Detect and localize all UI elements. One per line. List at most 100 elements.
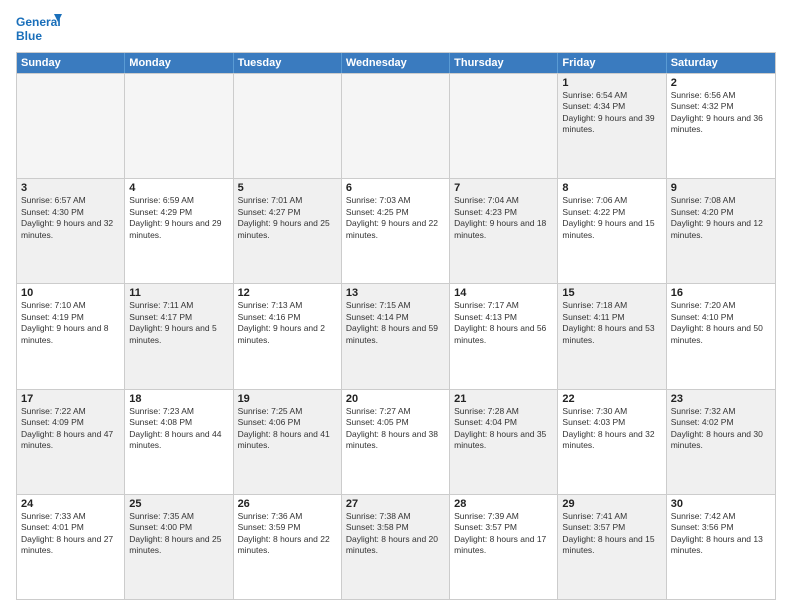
day-number: 13 xyxy=(346,287,445,299)
day-info: Sunrise: 7:06 AM Sunset: 4:22 PM Dayligh… xyxy=(562,195,661,241)
day-info: Sunrise: 7:25 AM Sunset: 4:06 PM Dayligh… xyxy=(238,406,337,452)
day-number: 25 xyxy=(129,498,228,510)
day-number: 1 xyxy=(562,77,661,89)
cal-cell: 26Sunrise: 7:36 AM Sunset: 3:59 PM Dayli… xyxy=(234,495,342,599)
cal-cell: 2Sunrise: 6:56 AM Sunset: 4:32 PM Daylig… xyxy=(667,74,775,178)
day-info: Sunrise: 7:08 AM Sunset: 4:20 PM Dayligh… xyxy=(671,195,771,241)
logo: General Blue xyxy=(16,12,66,46)
day-info: Sunrise: 7:10 AM Sunset: 4:19 PM Dayligh… xyxy=(21,300,120,346)
day-number: 24 xyxy=(21,498,120,510)
day-info: Sunrise: 7:41 AM Sunset: 3:57 PM Dayligh… xyxy=(562,511,661,557)
day-number: 15 xyxy=(562,287,661,299)
cal-cell: 19Sunrise: 7:25 AM Sunset: 4:06 PM Dayli… xyxy=(234,390,342,494)
header-day-thursday: Thursday xyxy=(450,53,558,73)
day-info: Sunrise: 7:22 AM Sunset: 4:09 PM Dayligh… xyxy=(21,406,120,452)
cal-cell: 15Sunrise: 7:18 AM Sunset: 4:11 PM Dayli… xyxy=(558,284,666,388)
calendar-row-1: 3Sunrise: 6:57 AM Sunset: 4:30 PM Daylig… xyxy=(17,178,775,283)
cal-cell: 9Sunrise: 7:08 AM Sunset: 4:20 PM Daylig… xyxy=(667,179,775,283)
header-day-wednesday: Wednesday xyxy=(342,53,450,73)
cal-cell: 21Sunrise: 7:28 AM Sunset: 4:04 PM Dayli… xyxy=(450,390,558,494)
cal-cell: 3Sunrise: 6:57 AM Sunset: 4:30 PM Daylig… xyxy=(17,179,125,283)
day-number: 9 xyxy=(671,182,771,194)
day-number: 4 xyxy=(129,182,228,194)
calendar-row-4: 24Sunrise: 7:33 AM Sunset: 4:01 PM Dayli… xyxy=(17,494,775,599)
header-day-friday: Friday xyxy=(558,53,666,73)
cal-cell: 12Sunrise: 7:13 AM Sunset: 4:16 PM Dayli… xyxy=(234,284,342,388)
day-number: 30 xyxy=(671,498,771,510)
day-number: 14 xyxy=(454,287,553,299)
day-info: Sunrise: 7:39 AM Sunset: 3:57 PM Dayligh… xyxy=(454,511,553,557)
day-number: 6 xyxy=(346,182,445,194)
day-info: Sunrise: 7:30 AM Sunset: 4:03 PM Dayligh… xyxy=(562,406,661,452)
cal-cell xyxy=(234,74,342,178)
day-number: 7 xyxy=(454,182,553,194)
cal-cell: 20Sunrise: 7:27 AM Sunset: 4:05 PM Dayli… xyxy=(342,390,450,494)
header-day-sunday: Sunday xyxy=(17,53,125,73)
svg-text:Blue: Blue xyxy=(16,29,42,43)
day-number: 23 xyxy=(671,393,771,405)
day-info: Sunrise: 7:04 AM Sunset: 4:23 PM Dayligh… xyxy=(454,195,553,241)
day-number: 5 xyxy=(238,182,337,194)
day-info: Sunrise: 7:28 AM Sunset: 4:04 PM Dayligh… xyxy=(454,406,553,452)
day-number: 18 xyxy=(129,393,228,405)
day-info: Sunrise: 7:42 AM Sunset: 3:56 PM Dayligh… xyxy=(671,511,771,557)
day-number: 26 xyxy=(238,498,337,510)
cal-cell: 14Sunrise: 7:17 AM Sunset: 4:13 PM Dayli… xyxy=(450,284,558,388)
header-day-tuesday: Tuesday xyxy=(234,53,342,73)
day-info: Sunrise: 6:57 AM Sunset: 4:30 PM Dayligh… xyxy=(21,195,120,241)
cal-cell xyxy=(450,74,558,178)
cal-cell: 10Sunrise: 7:10 AM Sunset: 4:19 PM Dayli… xyxy=(17,284,125,388)
cal-cell: 11Sunrise: 7:11 AM Sunset: 4:17 PM Dayli… xyxy=(125,284,233,388)
day-info: Sunrise: 7:17 AM Sunset: 4:13 PM Dayligh… xyxy=(454,300,553,346)
day-info: Sunrise: 6:54 AM Sunset: 4:34 PM Dayligh… xyxy=(562,90,661,136)
cal-cell: 30Sunrise: 7:42 AM Sunset: 3:56 PM Dayli… xyxy=(667,495,775,599)
page: General Blue SundayMondayTuesdayWednesda… xyxy=(0,0,792,612)
day-info: Sunrise: 7:20 AM Sunset: 4:10 PM Dayligh… xyxy=(671,300,771,346)
cal-cell: 13Sunrise: 7:15 AM Sunset: 4:14 PM Dayli… xyxy=(342,284,450,388)
cal-cell: 16Sunrise: 7:20 AM Sunset: 4:10 PM Dayli… xyxy=(667,284,775,388)
day-info: Sunrise: 7:33 AM Sunset: 4:01 PM Dayligh… xyxy=(21,511,120,557)
day-info: Sunrise: 6:59 AM Sunset: 4:29 PM Dayligh… xyxy=(129,195,228,241)
day-info: Sunrise: 7:35 AM Sunset: 4:00 PM Dayligh… xyxy=(129,511,228,557)
day-info: Sunrise: 7:18 AM Sunset: 4:11 PM Dayligh… xyxy=(562,300,661,346)
day-number: 17 xyxy=(21,393,120,405)
header: General Blue xyxy=(16,12,776,46)
day-number: 21 xyxy=(454,393,553,405)
day-number: 22 xyxy=(562,393,661,405)
day-number: 27 xyxy=(346,498,445,510)
cal-cell: 1Sunrise: 6:54 AM Sunset: 4:34 PM Daylig… xyxy=(558,74,666,178)
calendar-row-0: 1Sunrise: 6:54 AM Sunset: 4:34 PM Daylig… xyxy=(17,73,775,178)
day-info: Sunrise: 7:13 AM Sunset: 4:16 PM Dayligh… xyxy=(238,300,337,346)
day-info: Sunrise: 7:01 AM Sunset: 4:27 PM Dayligh… xyxy=(238,195,337,241)
cal-cell: 18Sunrise: 7:23 AM Sunset: 4:08 PM Dayli… xyxy=(125,390,233,494)
header-day-saturday: Saturday xyxy=(667,53,775,73)
day-info: Sunrise: 7:03 AM Sunset: 4:25 PM Dayligh… xyxy=(346,195,445,241)
day-number: 11 xyxy=(129,287,228,299)
cal-cell: 4Sunrise: 6:59 AM Sunset: 4:29 PM Daylig… xyxy=(125,179,233,283)
calendar-header: SundayMondayTuesdayWednesdayThursdayFrid… xyxy=(17,53,775,73)
cal-cell: 27Sunrise: 7:38 AM Sunset: 3:58 PM Dayli… xyxy=(342,495,450,599)
cal-cell xyxy=(125,74,233,178)
cal-cell: 25Sunrise: 7:35 AM Sunset: 4:00 PM Dayli… xyxy=(125,495,233,599)
cal-cell: 22Sunrise: 7:30 AM Sunset: 4:03 PM Dayli… xyxy=(558,390,666,494)
cal-cell: 8Sunrise: 7:06 AM Sunset: 4:22 PM Daylig… xyxy=(558,179,666,283)
day-number: 8 xyxy=(562,182,661,194)
day-number: 29 xyxy=(562,498,661,510)
calendar-body: 1Sunrise: 6:54 AM Sunset: 4:34 PM Daylig… xyxy=(17,73,775,599)
day-number: 10 xyxy=(21,287,120,299)
day-info: Sunrise: 7:11 AM Sunset: 4:17 PM Dayligh… xyxy=(129,300,228,346)
day-info: Sunrise: 6:56 AM Sunset: 4:32 PM Dayligh… xyxy=(671,90,771,136)
calendar-row-3: 17Sunrise: 7:22 AM Sunset: 4:09 PM Dayli… xyxy=(17,389,775,494)
cal-cell: 24Sunrise: 7:33 AM Sunset: 4:01 PM Dayli… xyxy=(17,495,125,599)
cal-cell: 29Sunrise: 7:41 AM Sunset: 3:57 PM Dayli… xyxy=(558,495,666,599)
header-day-monday: Monday xyxy=(125,53,233,73)
cal-cell: 28Sunrise: 7:39 AM Sunset: 3:57 PM Dayli… xyxy=(450,495,558,599)
day-number: 20 xyxy=(346,393,445,405)
day-number: 12 xyxy=(238,287,337,299)
day-number: 19 xyxy=(238,393,337,405)
cal-cell: 23Sunrise: 7:32 AM Sunset: 4:02 PM Dayli… xyxy=(667,390,775,494)
day-info: Sunrise: 7:27 AM Sunset: 4:05 PM Dayligh… xyxy=(346,406,445,452)
day-number: 16 xyxy=(671,287,771,299)
day-info: Sunrise: 7:23 AM Sunset: 4:08 PM Dayligh… xyxy=(129,406,228,452)
day-info: Sunrise: 7:32 AM Sunset: 4:02 PM Dayligh… xyxy=(671,406,771,452)
